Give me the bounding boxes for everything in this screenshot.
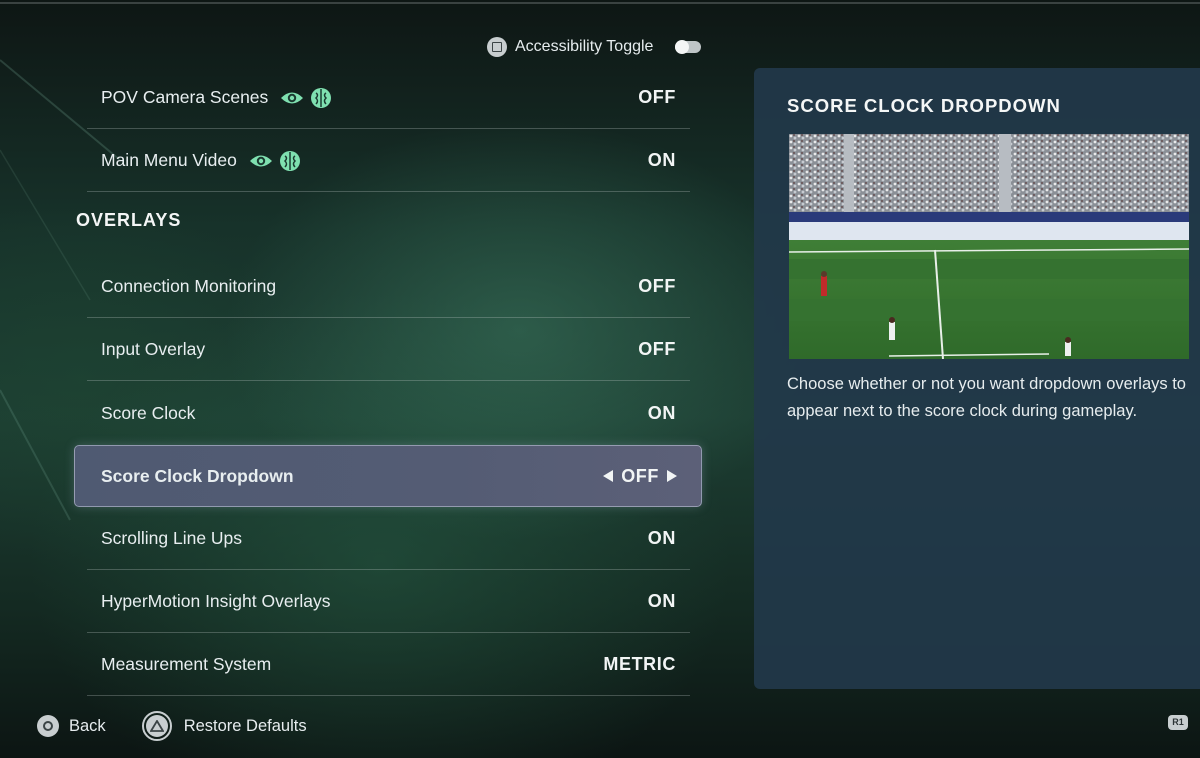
- info-panel: SCORE CLOCK DROPDOWN Choose whether or n…: [754, 68, 1200, 689]
- stadium-preview-image: [789, 134, 1189, 359]
- setting-row-scrolling-line-ups[interactable]: Scrolling Line Ups ON: [87, 508, 690, 570]
- setting-label: Score Clock Dropdown: [101, 465, 294, 486]
- brain-icon: [311, 87, 332, 108]
- setting-label: Main Menu Video: [101, 150, 237, 170]
- setting-row-main-menu-video[interactable]: Main Menu Video ON: [87, 130, 690, 192]
- setting-value: ON: [647, 150, 676, 170]
- setting-value: ON: [647, 402, 676, 423]
- accessibility-toggle-label: Accessibility Toggle: [515, 38, 654, 55]
- restore-defaults-label[interactable]: Restore Defaults: [184, 717, 307, 736]
- setting-row-score-clock-dropdown[interactable]: Score Clock Dropdown OFF: [74, 445, 702, 507]
- setting-row-pov-camera-scenes[interactable]: POV Camera Scenes OFF: [87, 67, 690, 129]
- circle-button-icon[interactable]: [37, 715, 59, 737]
- toggle-switch[interactable]: [675, 40, 702, 54]
- setting-value: ON: [647, 528, 676, 548]
- back-button-label[interactable]: Back: [69, 717, 106, 736]
- setting-value: METRIC: [603, 654, 676, 674]
- square-button-icon: [487, 37, 507, 57]
- section-heading-overlays: OVERLAYS: [76, 210, 182, 230]
- r1-button-icon[interactable]: R1: [1168, 715, 1188, 730]
- eye-icon: [249, 155, 272, 166]
- setting-row-input-overlay[interactable]: Input Overlay OFF: [87, 319, 690, 381]
- arrow-right-icon[interactable]: [667, 470, 677, 482]
- eye-icon: [281, 92, 304, 103]
- arrow-left-icon[interactable]: [603, 470, 614, 482]
- setting-value: OFF: [621, 465, 659, 486]
- setting-row-hypermotion-insight-overlays[interactable]: HyperMotion Insight Overlays ON: [87, 571, 690, 633]
- setting-value: OFF: [638, 87, 676, 107]
- setting-row-connection-monitoring[interactable]: Connection Monitoring OFF: [87, 256, 690, 318]
- setting-row-score-clock[interactable]: Score Clock ON: [87, 382, 690, 444]
- brain-icon: [279, 150, 300, 171]
- setting-label: Score Clock: [101, 402, 196, 423]
- accessibility-toggle[interactable]: Accessibility Toggle: [487, 36, 702, 58]
- setting-label: Scrolling Line Ups: [101, 528, 243, 548]
- setting-value: OFF: [638, 339, 676, 359]
- setting-label: Connection Monitoring: [101, 276, 277, 296]
- panel-description: Choose whether or not you want dropdown …: [787, 375, 1186, 420]
- setting-label: Input Overlay: [101, 339, 206, 359]
- setting-value: OFF: [638, 276, 676, 296]
- setting-label: Measurement System: [101, 654, 272, 674]
- setting-row-measurement-system[interactable]: Measurement System METRIC: [87, 634, 690, 696]
- setting-label: HyperMotion Insight Overlays: [101, 591, 331, 611]
- footer-bar: Back Restore Defaults: [37, 710, 307, 742]
- setting-value: ON: [647, 591, 676, 611]
- triangle-button-icon[interactable]: [141, 711, 172, 741]
- panel-title: SCORE CLOCK DROPDOWN: [787, 95, 1061, 116]
- setting-label: POV Camera Scenes: [101, 87, 269, 107]
